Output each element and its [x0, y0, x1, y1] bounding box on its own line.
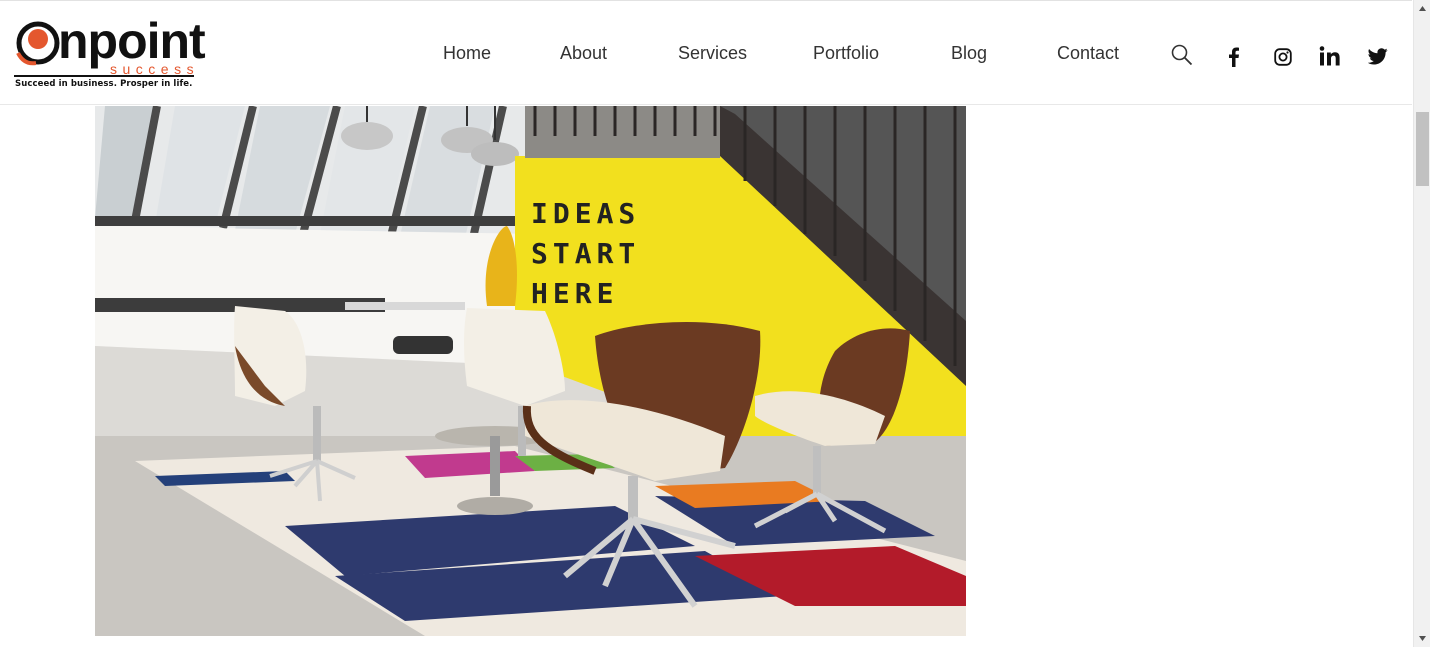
nav-portfolio[interactable]: Portfolio	[813, 43, 879, 64]
sign-line-1: IDEAS	[531, 197, 640, 230]
nav-blog[interactable]: Blog	[951, 43, 987, 64]
nav-about[interactable]: About	[560, 43, 607, 64]
hero-office-image: IDEAS START HERE	[95, 106, 966, 636]
facebook-icon[interactable]	[1225, 47, 1243, 72]
twitter-icon[interactable]	[1367, 48, 1388, 70]
site-header: npoint success Succeed in business. Pros…	[0, 0, 1412, 105]
scrollbar-thumb[interactable]	[1416, 112, 1429, 186]
logo-sub: success	[110, 61, 200, 77]
nav-home[interactable]: Home	[443, 43, 491, 64]
sign-line-2: START	[531, 237, 640, 270]
search-icon[interactable]	[1170, 43, 1194, 72]
scroll-down-arrow-icon[interactable]	[1414, 630, 1430, 647]
logo-wordmark: npoint	[58, 13, 206, 69]
logo-rule	[14, 75, 194, 77]
nav-services[interactable]: Services	[678, 43, 747, 64]
vertical-scrollbar[interactable]	[1413, 0, 1430, 647]
linkedin-icon[interactable]	[1319, 46, 1341, 71]
sign-line-3: HERE	[531, 277, 618, 310]
scroll-up-arrow-icon[interactable]	[1414, 0, 1430, 17]
nav-contact[interactable]: Contact	[1057, 43, 1119, 64]
instagram-icon[interactable]	[1274, 48, 1292, 71]
onpoint-success-logo[interactable]: npoint success Succeed in business. Pros…	[14, 15, 206, 93]
logo-tagline: Succeed in business. Prosper in life.	[15, 79, 193, 89]
